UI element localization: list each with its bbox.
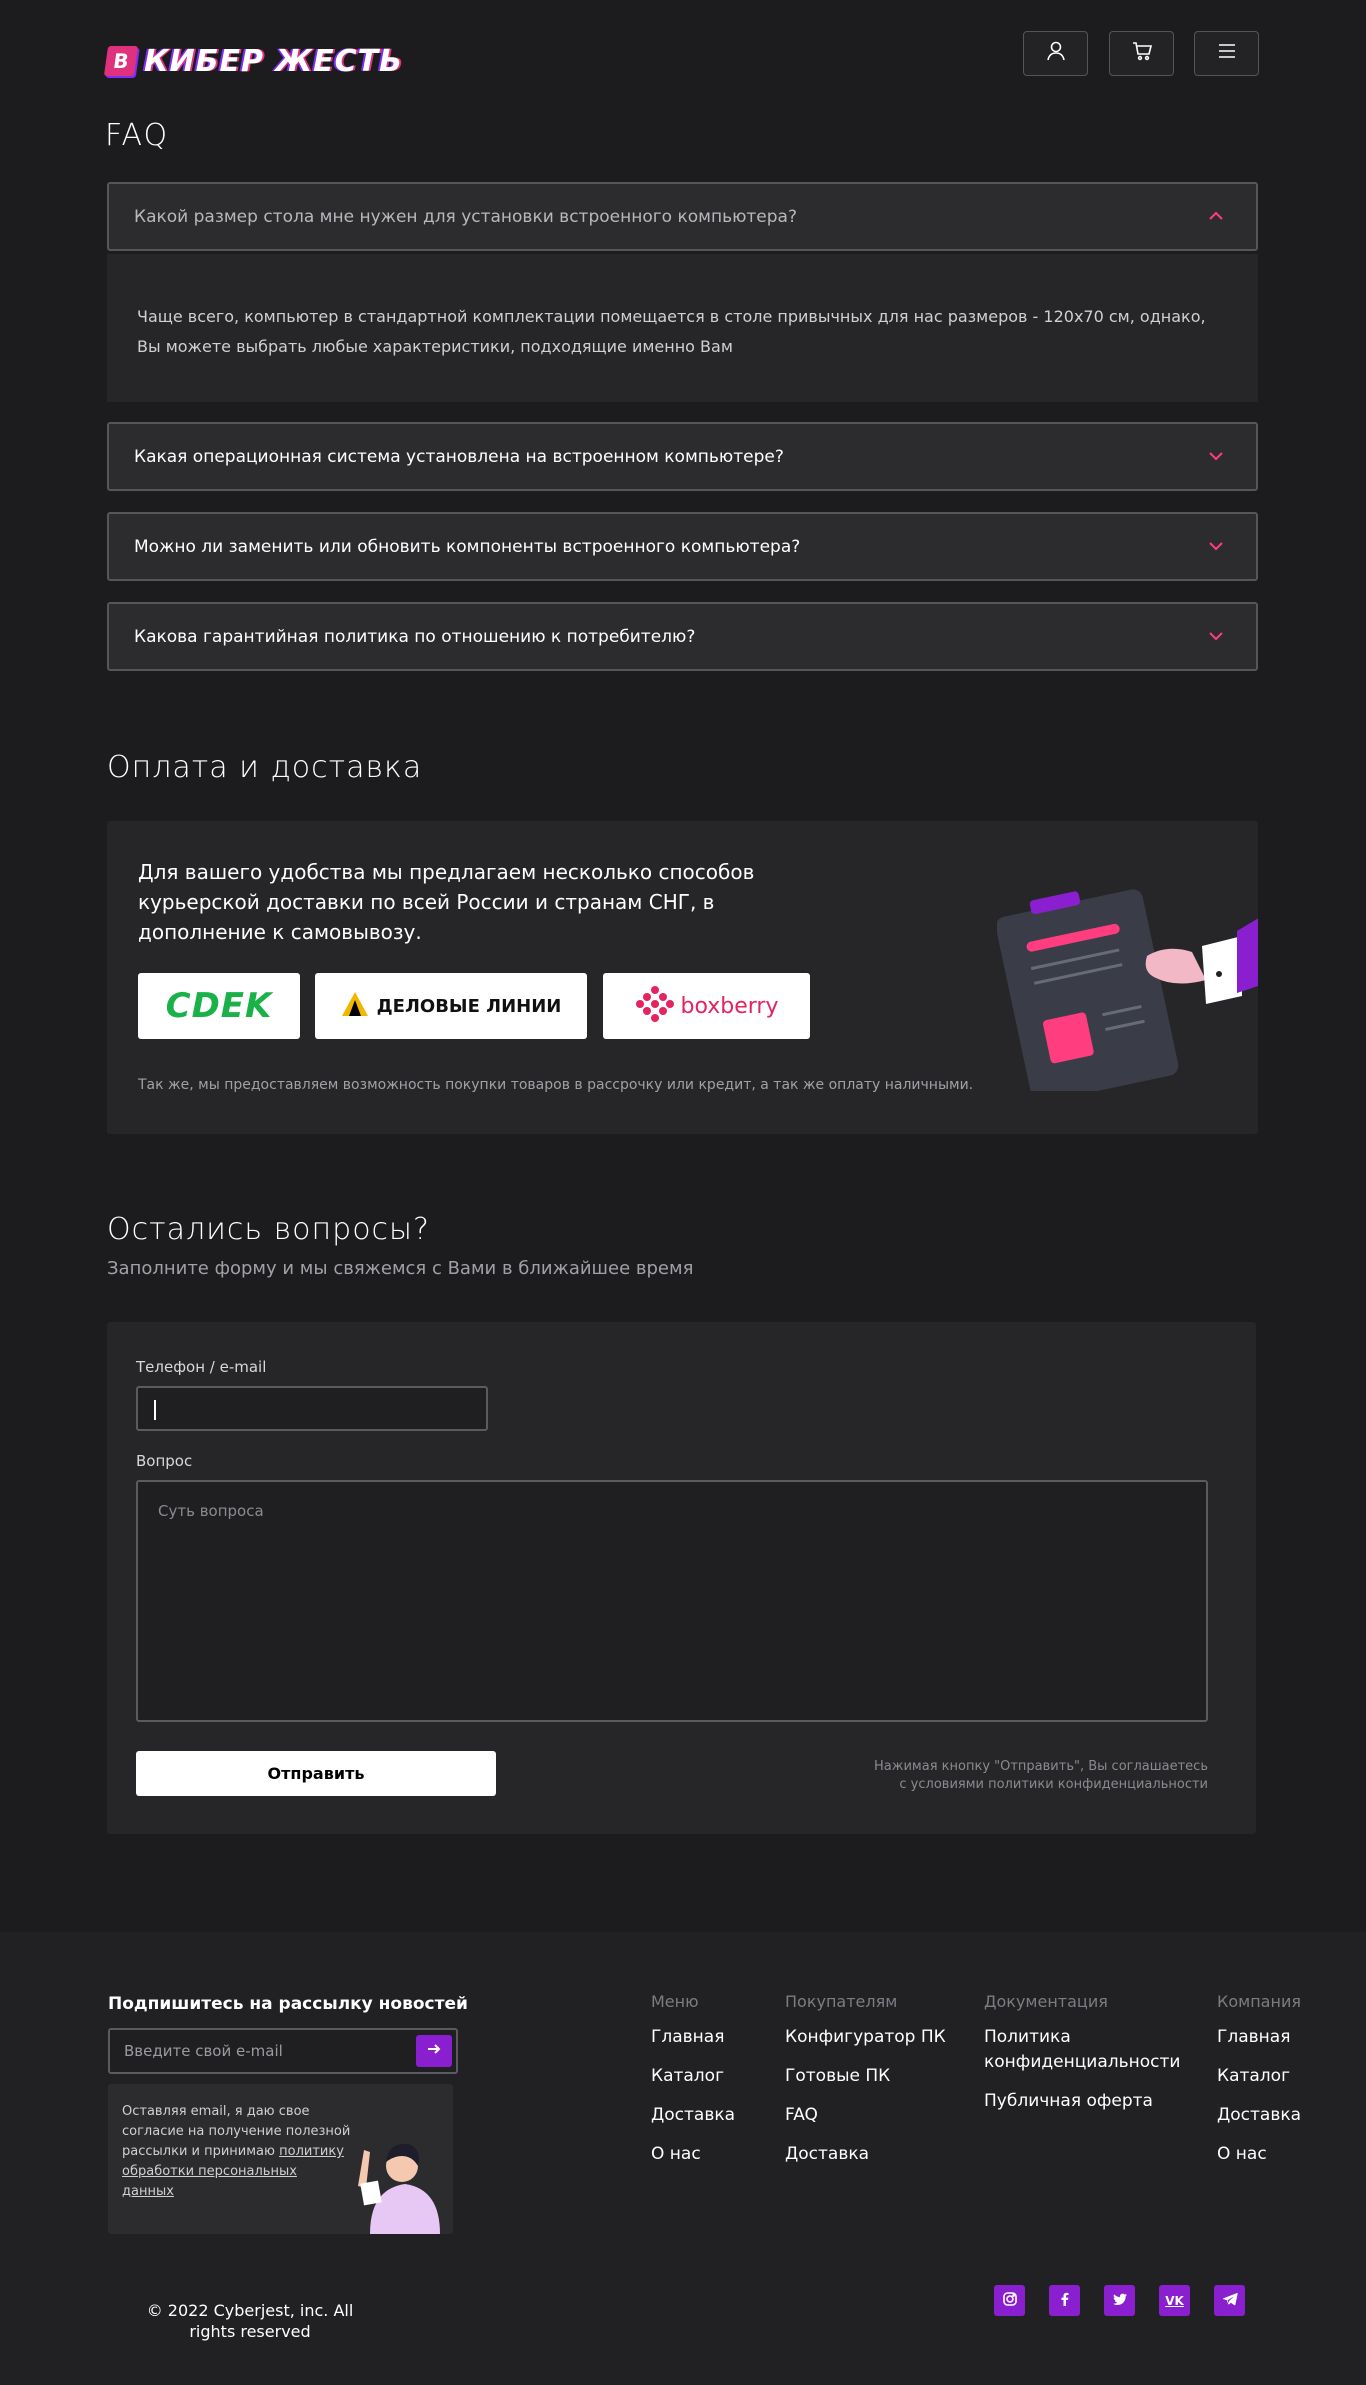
copyright: © 2022 Cyberjest, inc. All rights reserv… — [146, 2301, 354, 2341]
faq-answer: Чаще всего, компьютер в стандартной комп… — [107, 254, 1258, 402]
chevron-up-icon — [1206, 206, 1226, 226]
consent-text: Нажимая кнопку "Отправить", Вы соглашает… — [874, 1759, 1208, 1792]
footer-link[interactable]: О нас — [1217, 2142, 1301, 2167]
footer-link[interactable]: Готовые ПК — [785, 2064, 946, 2089]
questions-title: Остались вопросы? — [107, 1212, 430, 1247]
instagram-icon — [1002, 2291, 1018, 2311]
email-input[interactable] — [110, 2030, 410, 2072]
page: В КИБЕР ЖЕСТЬ FAQ Какой размер стола мне… — [0, 0, 1366, 2385]
contact-label: Телефон / e-mail — [136, 1358, 267, 1376]
delivery-text: Для вашего удобства мы предлагаем нескол… — [138, 860, 755, 944]
contact-input[interactable] — [136, 1386, 488, 1431]
delovye-linii-logo[interactable]: ДЕЛОВЫЕ ЛИНИИ — [315, 973, 587, 1039]
footer-column-title: Документация — [984, 1992, 1108, 2011]
faq-question: Какая операционная система установлена н… — [134, 446, 784, 467]
footer-column-title: Компания — [1217, 1992, 1301, 2011]
footer-column-title: Покупателям — [785, 1992, 898, 2011]
chevron-down-icon — [1206, 536, 1226, 556]
footer-link[interactable]: О нас — [651, 2142, 735, 2167]
footer-link[interactable]: Политика конфиденциальности — [984, 2025, 1184, 2075]
faq-question: Какой размер стола мне нужен для установ… — [134, 206, 797, 227]
logo[interactable]: В КИБЕР ЖЕСТЬ — [103, 42, 403, 80]
delivery-card: Для вашего удобства мы предлагаем нескол… — [107, 821, 1258, 1134]
cart-button[interactable] — [1109, 31, 1174, 76]
footer-column-company: Компания Главная Каталог Доставка О нас — [1217, 1992, 1301, 2181]
footer-link[interactable]: Главная — [1217, 2025, 1301, 2050]
subscribe-consent: Оставляя email, я даю свое согласие на п… — [122, 2102, 352, 2202]
footer-link[interactable]: Доставка — [651, 2103, 735, 2128]
faq-item[interactable]: Какая операционная система установлена н… — [107, 422, 1258, 491]
footer-column-buyers: Покупателям Конфигуратор ПК Готовые ПК F… — [785, 1992, 946, 2181]
boxberry-icon — [635, 984, 675, 1028]
delivery-title: Оплата и доставка — [107, 750, 423, 785]
faq-item[interactable]: Можно ли заменить или обновить компонент… — [107, 512, 1258, 581]
footer-link[interactable]: Публичная оферта — [984, 2089, 1184, 2114]
boxberry-logo[interactable]: boxberry — [603, 973, 810, 1039]
footer-link[interactable]: Каталог — [1217, 2064, 1301, 2089]
facebook-button[interactable] — [1049, 2285, 1080, 2316]
telegram-button[interactable] — [1214, 2285, 1245, 2316]
telegram-icon — [1222, 2291, 1238, 2311]
footer-link[interactable]: Конфигуратор ПК — [785, 2025, 946, 2050]
vk-icon: VK — [1165, 2293, 1184, 2308]
footer-column-menu: Меню Главная Каталог Доставка О нас — [651, 1992, 735, 2181]
clipboard-illustration — [997, 889, 1258, 1091]
menu-icon — [1216, 40, 1238, 67]
footer: Подпишитесь на рассылку новостей Оставля… — [0, 1932, 1366, 2385]
question-textarea[interactable] — [136, 1480, 1208, 1722]
subscribe-button[interactable] — [416, 2035, 452, 2067]
submit-button[interactable]: Отправить — [136, 1751, 496, 1796]
account-button[interactable] — [1023, 31, 1088, 76]
footer-column-docs: Документация Политика конфиденциальности… — [984, 1992, 1184, 2128]
subscribe-consent-card: Оставляя email, я даю свое согласие на п… — [108, 2084, 453, 2234]
cdek-logo[interactable]: CDEK — [138, 973, 300, 1039]
faq-title: FAQ — [105, 118, 170, 153]
delivery-note: Так же, мы предоставляем возможность пок… — [138, 1077, 974, 1093]
faq-question: Можно ли заменить или обновить компонент… — [134, 536, 801, 557]
cart-icon — [1131, 40, 1153, 67]
footer-link[interactable]: Доставка — [1217, 2103, 1301, 2128]
vk-button[interactable]: VK — [1159, 2285, 1190, 2316]
user-icon — [1045, 40, 1067, 67]
faq-question: Какова гарантийная политика по отношению… — [134, 626, 696, 647]
question-form: Телефон / e-mail Вопрос Отправить Нажима… — [107, 1322, 1256, 1834]
menu-button[interactable] — [1194, 31, 1259, 76]
subscribe-form — [108, 2028, 458, 2074]
subscribe-title: Подпишитесь на рассылку новостей — [108, 1994, 468, 2014]
facebook-icon — [1057, 2291, 1073, 2311]
delovye-logo-text: ДЕЛОВЫЕ ЛИНИИ — [376, 995, 562, 1017]
twitter-icon — [1112, 2291, 1128, 2311]
question-label: Вопрос — [136, 1452, 193, 1470]
cdek-logo-text: CDEK — [165, 986, 273, 1026]
logo-text: КИБЕР ЖЕСТЬ — [144, 43, 403, 79]
boxberry-logo-text: boxberry — [680, 993, 779, 1019]
footer-link[interactable]: Доставка — [785, 2142, 946, 2167]
faq-item[interactable]: Какой размер стола мне нужен для установ… — [107, 182, 1258, 251]
footer-link[interactable]: Главная — [651, 2025, 735, 2050]
arrow-right-icon — [427, 2043, 441, 2060]
header: В КИБЕР ЖЕСТЬ — [0, 0, 1366, 110]
person-illustration — [358, 2143, 440, 2234]
chevron-down-icon — [1206, 626, 1226, 646]
instagram-button[interactable] — [994, 2285, 1025, 2316]
questions-subtitle: Заполните форму и мы свяжемся с Вами в б… — [107, 1258, 694, 1279]
chevron-down-icon — [1206, 446, 1226, 466]
delovye-icon — [341, 991, 369, 1021]
text-caret — [154, 1400, 156, 1420]
faq-item[interactable]: Какова гарантийная политика по отношению… — [107, 602, 1258, 671]
footer-column-title: Меню — [651, 1992, 699, 2011]
twitter-button[interactable] — [1104, 2285, 1135, 2316]
logo-mark: В — [103, 46, 139, 76]
footer-link[interactable]: Каталог — [651, 2064, 735, 2089]
footer-link[interactable]: FAQ — [785, 2103, 946, 2128]
